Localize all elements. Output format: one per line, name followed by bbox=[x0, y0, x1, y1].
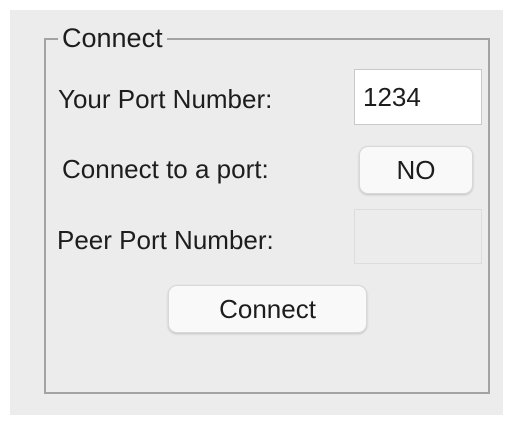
your-port-input[interactable] bbox=[354, 69, 482, 125]
peer-port-label: Peer Port Number: bbox=[57, 225, 274, 255]
group-title: Connect bbox=[58, 21, 167, 55]
connect-to-port-label: Connect to a port: bbox=[62, 154, 269, 184]
connect-button[interactable]: Connect bbox=[168, 285, 367, 333]
your-port-label: Your Port Number: bbox=[58, 84, 273, 114]
window: Connect Your Port Number: Connect to a p… bbox=[10, 10, 503, 415]
peer-port-input[interactable] bbox=[354, 209, 482, 264]
connect-to-port-toggle-button[interactable]: NO bbox=[359, 146, 473, 194]
